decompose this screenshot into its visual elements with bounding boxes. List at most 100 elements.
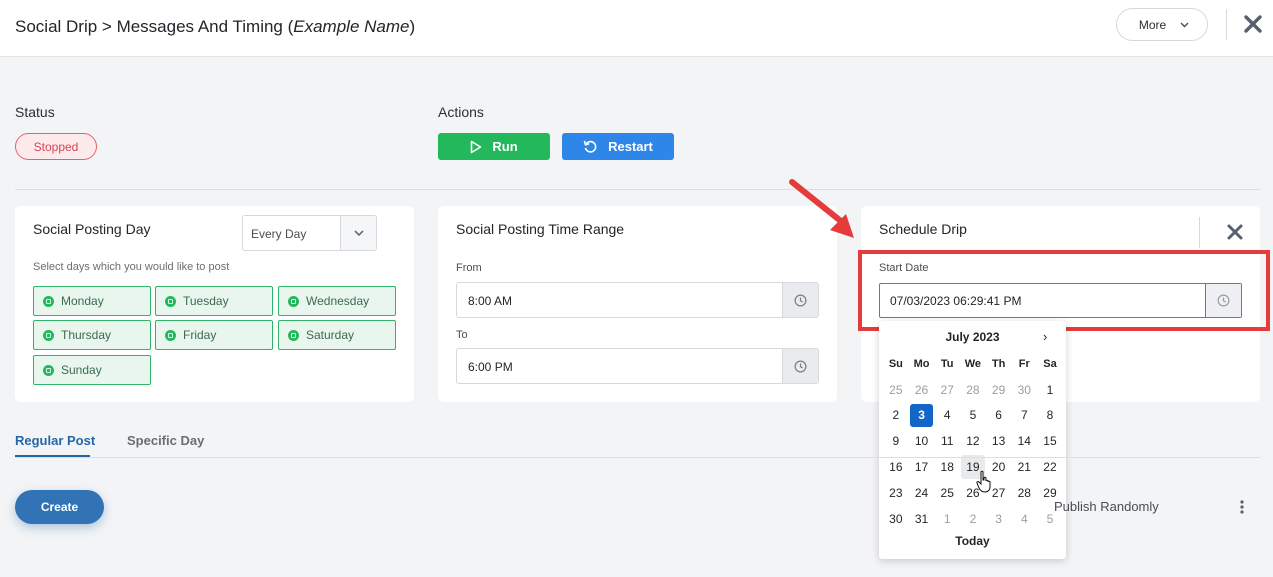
check-dot-icon [165, 329, 176, 341]
calendar-day[interactable]: 28 [1011, 480, 1037, 506]
clock-icon [794, 360, 807, 372]
calendar-day[interactable]: 29 [986, 377, 1012, 403]
calendar-day[interactable]: 22 [1037, 454, 1063, 480]
date-picker: July 2023 › Su Mo Tu We Th Fr Sa 25 26 27 28 29 30 1 2… [879, 321, 1066, 559]
create-button[interactable]: Create [15, 490, 104, 524]
more-button[interactable]: More [1116, 8, 1208, 41]
calendar-day[interactable]: 8 [1037, 403, 1063, 429]
title-name: Example Name [293, 17, 410, 36]
check-dot-icon [288, 295, 299, 307]
calendar-day[interactable]: 18 [934, 454, 960, 480]
weekday-header: Mo [913, 357, 930, 370]
calendar-day[interactable]: 9 [883, 428, 909, 454]
more-vertical-icon[interactable] [1234, 499, 1250, 515]
day-label: Wednesday [306, 294, 370, 308]
title-suffix: ) [409, 17, 416, 36]
day-friday[interactable]: Friday [155, 320, 273, 350]
time-range-title: Social Posting Time Range [456, 221, 625, 237]
close-icon[interactable] [1241, 12, 1265, 36]
tab-regular-post[interactable]: Regular Post [15, 433, 95, 448]
calendar-day[interactable]: 25 [934, 480, 960, 506]
day-wednesday[interactable]: Wednesday [278, 286, 396, 316]
annotation-highlight-box [858, 250, 1270, 331]
calendar-day[interactable]: 4 [1011, 506, 1037, 532]
calendar-day[interactable]: 2 [960, 506, 986, 532]
publish-randomly-label: Publish Randomly [1054, 499, 1159, 514]
from-value: 8:00 AM [468, 294, 513, 308]
calendar-month: July 2023 [945, 330, 1000, 344]
weekday-header: Tu [940, 357, 954, 370]
actions-label: Actions [438, 104, 484, 120]
close-icon[interactable] [1225, 222, 1245, 242]
top-bar: Social Drip > Messages And Timing (Examp… [0, 0, 1273, 57]
clock-button[interactable] [782, 283, 818, 317]
check-dot-icon [43, 295, 54, 307]
calendar-day[interactable]: 30 [883, 506, 909, 532]
schedule-divider [1199, 217, 1200, 248]
calendar-day[interactable]: 25 [883, 377, 909, 403]
calendar-day[interactable]: 5 [960, 403, 986, 429]
calendar-day[interactable]: 24 [909, 480, 935, 506]
tabs-divider [15, 457, 1260, 458]
calendar-day[interactable]: 23 [883, 480, 909, 506]
run-label: Run [492, 139, 518, 154]
calendar-day[interactable]: 14 [1011, 428, 1037, 454]
calendar-day[interactable]: 28 [960, 377, 986, 403]
calendar-day[interactable]: 31 [909, 506, 935, 532]
posting-day-title: Social Posting Day [33, 221, 151, 237]
calendar-day[interactable]: 3 [986, 506, 1012, 532]
day-saturday[interactable]: Saturday [278, 320, 396, 350]
today-button[interactable]: Today [879, 534, 1066, 548]
calendar-day[interactable]: 30 [1011, 377, 1037, 403]
day-thursday[interactable]: Thursday [33, 320, 151, 350]
posting-day-hint: Select days which you would like to post [33, 261, 230, 273]
calendar-day[interactable]: 7 [1011, 403, 1037, 429]
select-value: Every Day [251, 227, 307, 241]
weekday-header: Sa [1043, 357, 1057, 370]
run-button[interactable]: Run [438, 133, 550, 160]
to-label: To [456, 329, 468, 341]
to-value: 6:00 PM [468, 360, 513, 374]
calendar-day[interactable]: 11 [934, 428, 960, 454]
calendar-day[interactable]: 21 [1011, 454, 1037, 480]
calendar-day[interactable]: 3 [909, 403, 934, 428]
to-time-input[interactable]: 6:00 PM [456, 348, 819, 384]
weekday-header: Fr [1018, 357, 1030, 370]
day-sunday[interactable]: Sunday [33, 355, 151, 385]
from-time-input[interactable]: 8:00 AM [456, 282, 819, 318]
calendar-day[interactable]: 2 [883, 403, 909, 429]
page-title: Social Drip > Messages And Timing (Examp… [15, 17, 415, 37]
annotation-arrow-icon [789, 179, 854, 238]
calendar-day[interactable]: 15 [1037, 428, 1063, 454]
day-tuesday[interactable]: Tuesday [155, 286, 273, 316]
day-label: Sunday [61, 363, 102, 377]
calendar-day[interactable]: 17 [909, 454, 935, 480]
restart-label: Restart [608, 139, 653, 154]
posting-day-select[interactable]: Every Day [242, 215, 377, 251]
calendar-day[interactable]: 1 [934, 506, 960, 532]
day-monday[interactable]: Monday [33, 286, 151, 316]
check-dot-icon [43, 364, 54, 376]
calendar-day[interactable]: 13 [986, 428, 1012, 454]
calendar-day[interactable]: 16 [883, 454, 909, 480]
chevron-down-icon [1180, 22, 1189, 27]
calendar-day[interactable]: 27 [934, 377, 960, 403]
restart-button[interactable]: Restart [562, 133, 674, 160]
calendar-day[interactable]: 26 [909, 377, 935, 403]
calendar-day[interactable]: 4 [934, 403, 960, 429]
calendar-day[interactable]: 6 [986, 403, 1012, 429]
calendar-day[interactable]: 12 [960, 428, 986, 454]
check-dot-icon [288, 329, 299, 341]
calendar-day[interactable]: 1 [1037, 377, 1063, 403]
day-label: Thursday [61, 328, 112, 342]
more-label: More [1138, 17, 1167, 32]
tab-specific-day[interactable]: Specific Day [127, 433, 204, 448]
restart-icon [583, 140, 597, 153]
calendar-day[interactable]: 10 [909, 428, 935, 454]
check-dot-icon [43, 329, 54, 341]
clock-button[interactable] [782, 349, 818, 383]
clock-icon [794, 294, 807, 306]
day-label: Tuesday [183, 294, 229, 308]
weekday-header: We [964, 357, 982, 370]
chevron-right-icon[interactable]: › [1043, 329, 1047, 344]
